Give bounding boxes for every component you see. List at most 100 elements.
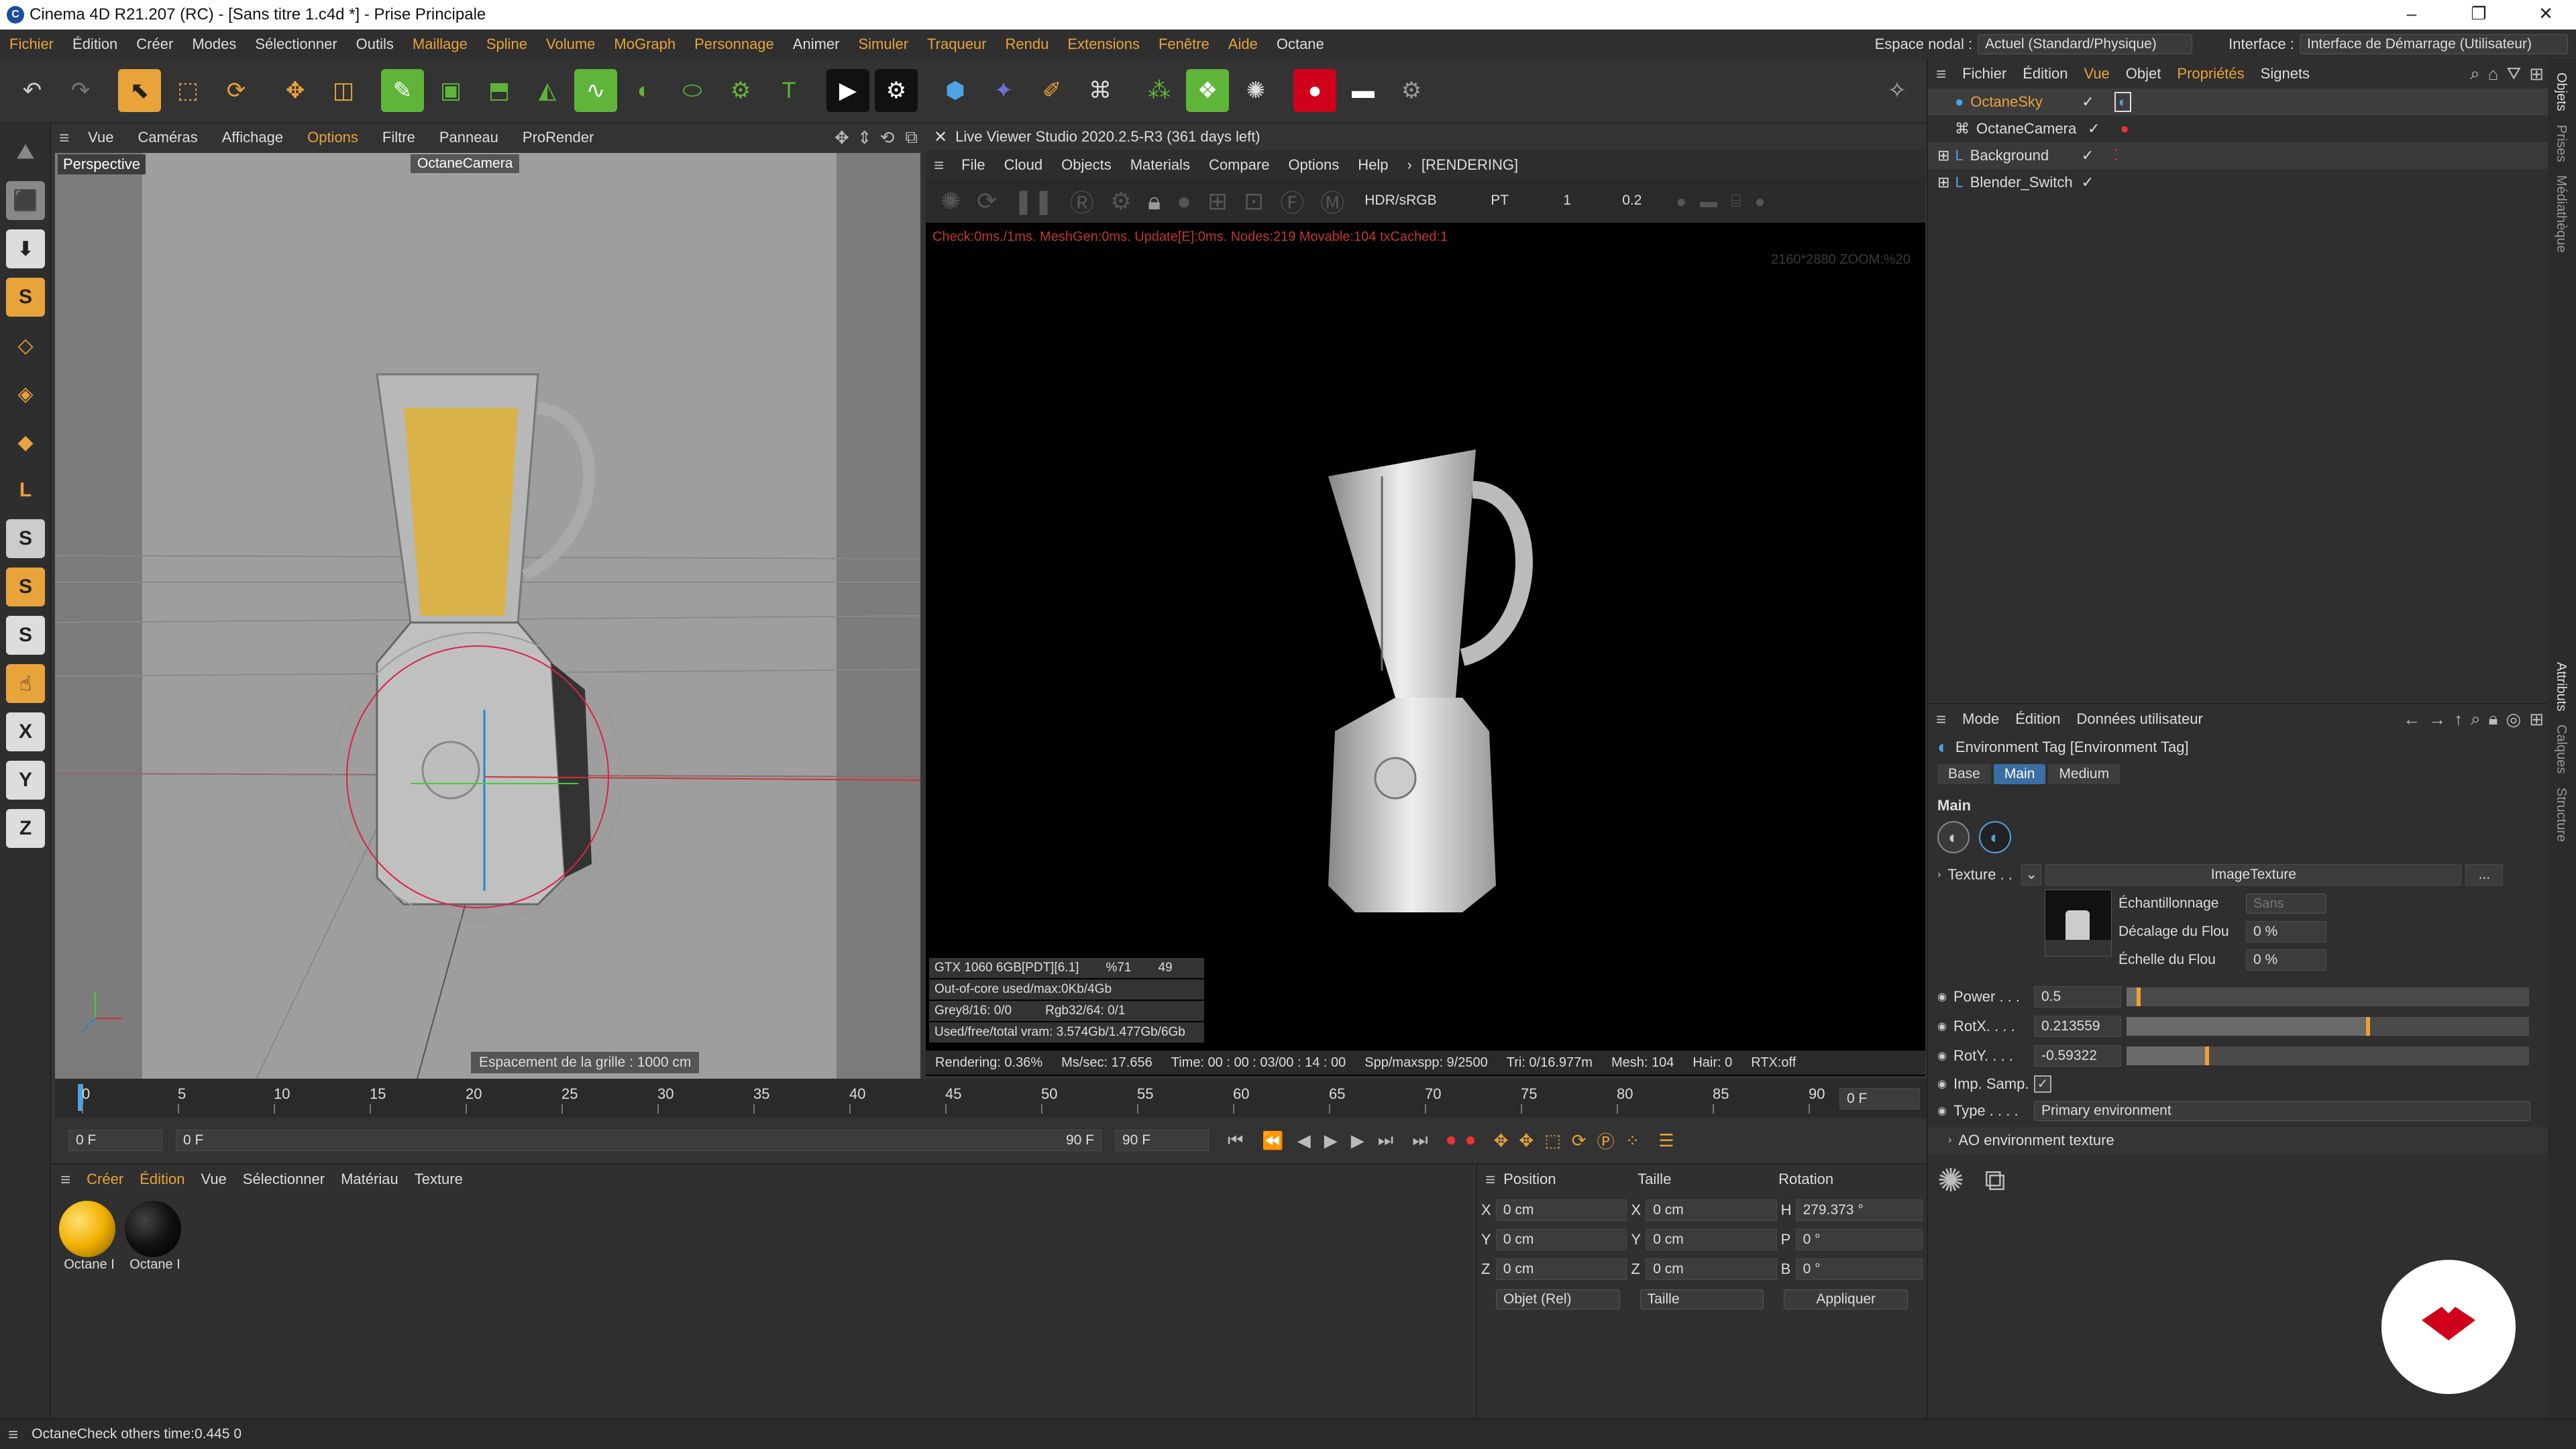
key-rotate-icon[interactable]: ⟳ xyxy=(1572,1130,1587,1151)
power-anim-icon[interactable]: ◉ xyxy=(1937,990,1947,1004)
rotx-anim-icon[interactable]: ◉ xyxy=(1937,1020,1947,1033)
render-settings-icon[interactable]: ⚙ xyxy=(875,69,918,112)
focus-icon[interactable]: ⊡ xyxy=(1244,187,1264,215)
menu-outils[interactable]: Outils xyxy=(356,36,394,53)
viewport-menu-cameras[interactable]: Caméras xyxy=(138,129,198,146)
lv-menu-help[interactable]: Help xyxy=(1358,156,1388,174)
live-viewer-close-icon[interactable]: ✕ xyxy=(934,127,947,147)
menu-selectionner[interactable]: Sélectionner xyxy=(255,36,337,53)
menu-modes[interactable]: Modes xyxy=(192,36,236,53)
material-picker-icon[interactable]: Ⓜ xyxy=(1320,184,1344,219)
key-param-icon[interactable]: Ⓟ xyxy=(1597,1128,1615,1153)
prev-key-icon[interactable]: ⏪ xyxy=(1262,1130,1283,1151)
apply-button[interactable]: Appliquer xyxy=(1784,1289,1909,1309)
viewport-menu-options[interactable]: Options xyxy=(307,129,358,146)
tab-objets[interactable]: Objets xyxy=(2553,72,2569,111)
lv-rect-icon[interactable]: ▬ xyxy=(1700,191,1717,212)
mat-menu-materiau[interactable]: Matériau xyxy=(341,1171,398,1188)
tab-prises[interactable]: Prises xyxy=(2553,125,2569,162)
menu-fenetre[interactable]: Fenêtre xyxy=(1159,36,1210,53)
minimize-button[interactable]: – xyxy=(2388,0,2435,30)
menu-fichier[interactable]: Fichier xyxy=(9,36,54,53)
power-slider[interactable] xyxy=(2126,987,2529,1006)
viewport-menu-panneau[interactable]: Panneau xyxy=(439,129,498,146)
autokey-icon[interactable]: ⏺ xyxy=(1466,1130,1475,1151)
lock-z-icon[interactable]: Z xyxy=(6,809,45,848)
play-icon[interactable]: ▶ xyxy=(1324,1130,1338,1151)
next-frame-icon[interactable]: ▶ xyxy=(1351,1130,1364,1151)
camera-icon[interactable]: ⌘ xyxy=(1079,69,1122,112)
texture-expand-icon[interactable]: › xyxy=(1937,869,1941,881)
rotation-h[interactable]: 279.373 ° xyxy=(1795,1199,1923,1221)
size-y[interactable]: 0 cm xyxy=(1646,1229,1777,1250)
screenshot-icon[interactable]: ⌸ xyxy=(1731,191,1741,212)
coord-mode-select[interactable]: Objet (Rel) xyxy=(1496,1289,1620,1309)
key-grid-icon[interactable]: ⁘ xyxy=(1625,1130,1640,1151)
imp-anim-icon[interactable]: ◉ xyxy=(1937,1077,1947,1091)
octane-sun-icon[interactable]: ✺ xyxy=(1234,69,1277,112)
obj-menu-edition[interactable]: Édition xyxy=(2023,65,2068,83)
viewport-camera-label[interactable]: OctaneCamera xyxy=(411,154,520,173)
attr-menu-edition[interactable]: Édition xyxy=(2015,710,2060,728)
rotx-slider[interactable] xyxy=(2126,1017,2529,1036)
object-row[interactable]: ⊞ L Background ✓ ⁚ xyxy=(1928,142,2548,169)
object-menu-icon[interactable]: ≡ xyxy=(1936,64,1946,85)
cube-orange-icon[interactable]: ◫ xyxy=(322,69,365,112)
next-key-icon[interactable]: ⏭ xyxy=(1378,1130,1393,1151)
ao-texture-group[interactable]: AO environment texture xyxy=(1958,1132,2114,1149)
power-field[interactable]: 0.5 xyxy=(2033,986,2121,1008)
text-icon[interactable]: T xyxy=(767,69,810,112)
menu-traqueur[interactable]: Traqueur xyxy=(927,36,986,53)
octane-settings-icon[interactable]: ⚙ xyxy=(1390,69,1433,112)
menu-rendu[interactable]: Rendu xyxy=(1006,36,1049,53)
lock-y-icon[interactable]: Y xyxy=(6,761,45,800)
hand-icon[interactable]: ☝ xyxy=(6,664,45,703)
rotx-field[interactable]: 0.213559 xyxy=(2033,1016,2121,1037)
texture-shader-button[interactable]: ImageTexture xyxy=(2045,864,2462,885)
back-icon[interactable]: ← xyxy=(2403,709,2420,730)
capsule-icon[interactable]: ⬭ xyxy=(671,69,714,112)
rotation-b[interactable]: 0 ° xyxy=(1795,1258,1923,1280)
environment-tag-icon[interactable]: ◐ xyxy=(2114,92,2132,112)
goto-end-icon[interactable]: ⏭ xyxy=(1412,1130,1428,1151)
viewport-menu-filtre[interactable]: Filtre xyxy=(382,129,415,146)
forward-icon[interactable]: → xyxy=(2428,709,2446,730)
size-z[interactable]: 0 cm xyxy=(1646,1258,1777,1280)
octane-square-icon[interactable]: ▬ xyxy=(1342,69,1385,112)
position-x[interactable]: 0 cm xyxy=(1495,1199,1627,1221)
sphere-icon[interactable]: ◐ xyxy=(623,69,665,112)
subdivision-icon[interactable]: ▣ xyxy=(429,69,472,112)
preview-range[interactable]: 0 F 90 F xyxy=(176,1130,1102,1151)
expand-icon[interactable]: ⊞ xyxy=(1937,147,1949,164)
light-icon[interactable]: ✦ xyxy=(982,69,1025,112)
end-frame[interactable]: 90 F xyxy=(1115,1130,1209,1151)
solo-orange-icon[interactable]: S xyxy=(6,568,45,606)
type-select[interactable]: Primary environment xyxy=(2033,1101,2530,1121)
rotation-p[interactable]: 0 ° xyxy=(1795,1229,1923,1250)
maximize-button[interactable]: ❐ xyxy=(2455,0,2502,30)
position-y[interactable]: 0 cm xyxy=(1495,1229,1627,1250)
model-mode-icon[interactable]: ⛰ xyxy=(6,133,45,172)
obj-search-icon[interactable]: ⌕ xyxy=(2470,63,2480,85)
region-icon[interactable]: Ⓡ xyxy=(1070,184,1094,219)
solo-white-icon[interactable]: S xyxy=(6,616,45,655)
attr-new-icon[interactable]: ⊞ xyxy=(2529,709,2544,730)
lv-dot-icon[interactable]: ● xyxy=(1676,191,1686,212)
solo-icon[interactable]: S xyxy=(6,519,45,558)
color-mode-select[interactable]: HDR/sRGB xyxy=(1358,191,1479,211)
key-scale-icon[interactable]: ⬚ xyxy=(1544,1130,1561,1151)
mat-menu-edition[interactable]: Édition xyxy=(140,1171,184,1188)
lock-icon[interactable]: 🔒︎ xyxy=(1148,187,1161,216)
layout-icon[interactable]: ✧ xyxy=(1876,69,1919,112)
live-selection-icon[interactable]: ⬉ xyxy=(118,69,161,112)
lv-menu-materials[interactable]: Materials xyxy=(1130,156,1190,174)
obj-home-icon[interactable]: ⌂ xyxy=(2488,64,2499,85)
menu-simuler[interactable]: Simuler xyxy=(858,36,908,53)
viewport-menu-vue[interactable]: Vue xyxy=(88,129,113,146)
visibility-icon[interactable]: ✓ xyxy=(2082,174,2094,191)
attr-lock-icon[interactable]: 🔒︎ xyxy=(2489,708,2498,730)
lock-x-icon[interactable]: X xyxy=(6,712,45,751)
record-key-icon[interactable]: ⏺ xyxy=(1447,1130,1456,1151)
interface-select[interactable]: Interface de Démarrage (Utilisateur) xyxy=(2300,34,2568,54)
size-x[interactable]: 0 cm xyxy=(1646,1199,1777,1221)
